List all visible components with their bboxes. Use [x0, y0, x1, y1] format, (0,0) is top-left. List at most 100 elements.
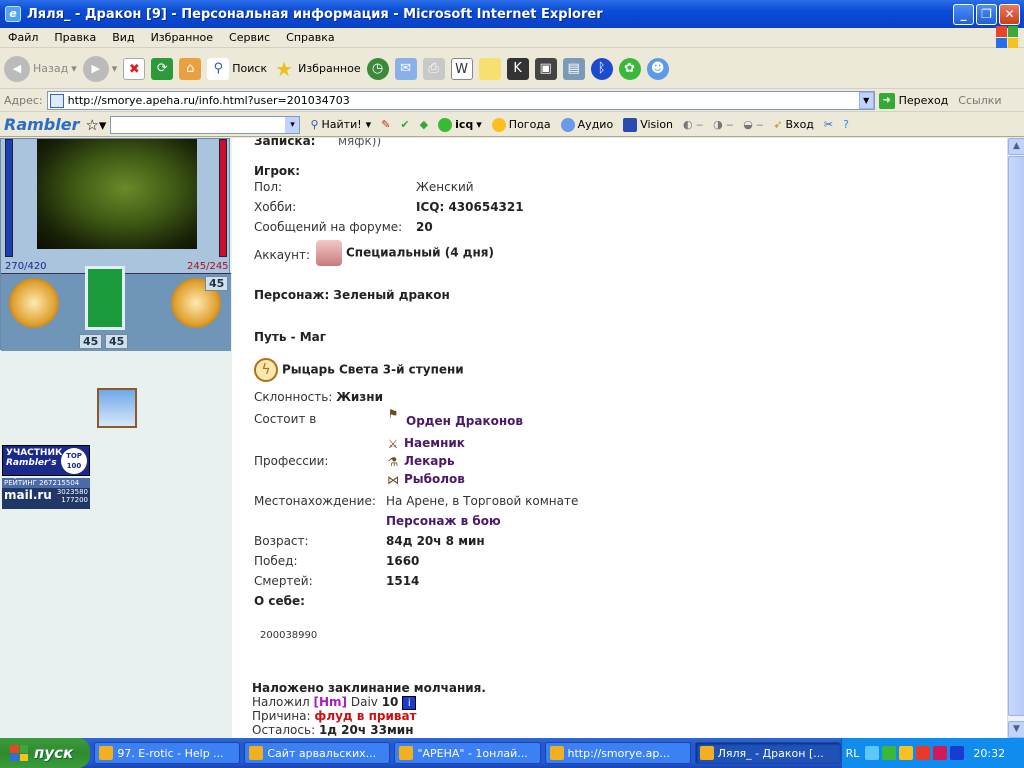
windows-logo-icon [996, 26, 1018, 48]
rambler-logo[interactable]: Rambler [0, 115, 85, 134]
tray-icon-2[interactable] [882, 746, 897, 760]
taskbar-item-1[interactable]: 97. E-rotic - Help ... [94, 742, 241, 764]
page-icon [49, 93, 64, 108]
audio-button[interactable]: Аудио [560, 117, 613, 132]
character-portrait-frame: 270/420 245/245 45 45 45 [0, 138, 231, 351]
taskbar-item-3[interactable]: "АРЕНА" - 1онлай... [394, 742, 541, 764]
page-content: 270/420 245/245 45 45 45 УЧАСТНИК Ramble… [0, 138, 1007, 738]
messenger-icon[interactable]: ▣ [534, 57, 557, 80]
scroll-down-icon[interactable]: ▼ [1008, 721, 1024, 738]
minimize-button[interactable]: _ [953, 3, 974, 25]
silence-clan-tag[interactable]: [Hm] [314, 695, 348, 709]
highlight-icon[interactable]: ✎ [381, 118, 390, 131]
mailru-rating-banner[interactable]: РЕЙТИНГ 267215504 mail.ru 3023580 177200 [2, 478, 90, 509]
icq-flower-icon[interactable]: ✿ [618, 57, 641, 80]
address-input[interactable]: http://smorye.apeha.ru/info.html?user=20… [46, 91, 875, 110]
contacts-icon[interactable]: ☻ [646, 57, 669, 80]
account-value: Специальный (4 дня) [346, 245, 494, 260]
silence-left: 1д 20ч 33мин [318, 723, 414, 737]
rambler-top100-banner[interactable]: УЧАСТНИК Rambler's TOP 100 [2, 445, 90, 476]
rambler-find-button[interactable]: ⚲ Найти! ▾ [310, 118, 371, 131]
notes-icon[interactable] [478, 57, 501, 80]
menu-help[interactable]: Справка [278, 31, 342, 44]
scroll-thumb[interactable] [1008, 156, 1024, 716]
bluetooth-icon[interactable]: ᛒ [590, 57, 613, 80]
hp-left-text: 270/420 [5, 261, 47, 272]
rambler-star-icon[interactable]: ☆▾ [85, 116, 106, 134]
taskbar-item-5[interactable]: Ляля_ - Дракон [... [694, 742, 841, 764]
tool-icon-1[interactable]: ◐ ‒ [683, 118, 703, 131]
vision-button[interactable]: Vision [623, 117, 673, 132]
about-value: 200038990 [260, 630, 318, 641]
armor-icon[interactable] [85, 266, 125, 330]
bluetooth-icon[interactable] [950, 746, 965, 760]
menu-tools[interactable]: Сервис [221, 31, 278, 44]
menu-edit[interactable]: Правка [46, 31, 104, 44]
profession-fisher-link[interactable]: Рыболов [404, 472, 465, 486]
menu-view[interactable]: Вид [104, 31, 142, 44]
tool-icon-3[interactable]: ◒ ‒ [743, 118, 763, 131]
account-value-row: Специальный (4 дня) [316, 240, 494, 266]
icq-button[interactable]: icq ▾ [438, 117, 482, 132]
start-button[interactable]: пуск [0, 738, 91, 768]
equip-value-bottom-1: 45 [79, 334, 103, 349]
network-icon[interactable] [865, 746, 880, 760]
address-url: http://smorye.apeha.ru/info.html?user=20… [67, 94, 350, 107]
tray-icon-4[interactable] [916, 746, 931, 760]
close-button[interactable]: ✕ [999, 3, 1020, 25]
home-icon[interactable]: ⌂ [179, 57, 202, 80]
rambler-search-input[interactable] [110, 115, 301, 134]
help-icon[interactable]: ? [843, 118, 849, 131]
forward-arrow-icon: ▶ [82, 55, 109, 82]
shield-icon [316, 240, 342, 266]
search-button[interactable]: ⚲ Поиск [207, 57, 267, 80]
member-label: Состоит в [254, 412, 317, 426]
profession-1: ⚔ Наемник [386, 436, 465, 451]
silence-by-name[interactable]: Daiv [351, 695, 378, 709]
scroll-up-icon[interactable]: ▲ [1008, 138, 1024, 155]
weather-button[interactable]: Погода [491, 117, 551, 132]
vertical-scrollbar[interactable]: ▲ ▼ [1007, 138, 1024, 738]
go-button[interactable]: ➜ Переход [878, 92, 948, 109]
bookmark-icon[interactable]: ◆ [420, 118, 428, 131]
history-icon[interactable]: ◷ [366, 57, 389, 80]
tray-icon-3[interactable] [899, 746, 914, 760]
links-button[interactable]: Ссылки [958, 94, 1001, 107]
lightning-icon: ϟ [254, 358, 278, 382]
left-axe-icon[interactable] [9, 278, 59, 328]
kaspersky-icon[interactable] [933, 746, 948, 760]
note-value: мяфк)) [338, 138, 382, 148]
spellcheck-icon[interactable]: ✔ [400, 118, 409, 131]
refresh-icon[interactable]: ⟳ [151, 57, 174, 80]
maximize-button[interactable]: ❐ [976, 3, 997, 25]
info-icon[interactable]: i [402, 695, 417, 710]
age-value: 84д 20ч 8 мин [386, 534, 485, 548]
deaths-value: 1514 [386, 574, 420, 588]
settings-icon[interactable]: ✂ [824, 118, 833, 131]
login-button[interactable]: ➶ Вход [773, 118, 814, 131]
stop-icon[interactable]: ✖ [123, 57, 146, 80]
clan-link[interactable]: Орден Драконов [406, 414, 523, 428]
location-value: На Арене, в Торговой комнате [386, 494, 579, 508]
star-icon: ★ [275, 56, 294, 81]
favorites-button[interactable]: ★ Избранное [273, 58, 360, 80]
research-icon[interactable]: ▤ [562, 57, 585, 80]
print-icon[interactable]: ⎙ [422, 57, 445, 80]
in-battle-link[interactable]: Персонаж в бою [386, 514, 501, 528]
profession-mercenary-link[interactable]: Наемник [404, 436, 465, 450]
profession-healer-link[interactable]: Лекарь [404, 454, 455, 468]
window-titlebar[interactable]: e Ляля_ - Дракон [9] - Персональная инфо… [0, 0, 1024, 28]
mail-icon[interactable]: ✉ [394, 57, 417, 80]
taskbar-item-4[interactable]: http://smorye.ap... [544, 742, 691, 764]
clan-badge-image[interactable] [97, 388, 137, 428]
menu-favorites[interactable]: Избранное [143, 31, 221, 44]
k-icon[interactable]: K [506, 57, 529, 80]
edit-icon[interactable]: W [450, 57, 473, 80]
forward-button[interactable]: ▶ ▾ [82, 55, 117, 82]
tool-icon-2[interactable]: ◑ ‒ [713, 118, 733, 131]
back-button[interactable]: ◀ Назад ▾ [4, 55, 77, 82]
language-indicator[interactable]: RL [846, 747, 860, 760]
address-dropdown-icon[interactable]: ▼ [858, 92, 874, 109]
taskbar-item-2[interactable]: Сайт арвальских... [244, 742, 391, 764]
menu-file[interactable]: Файл [0, 31, 46, 44]
